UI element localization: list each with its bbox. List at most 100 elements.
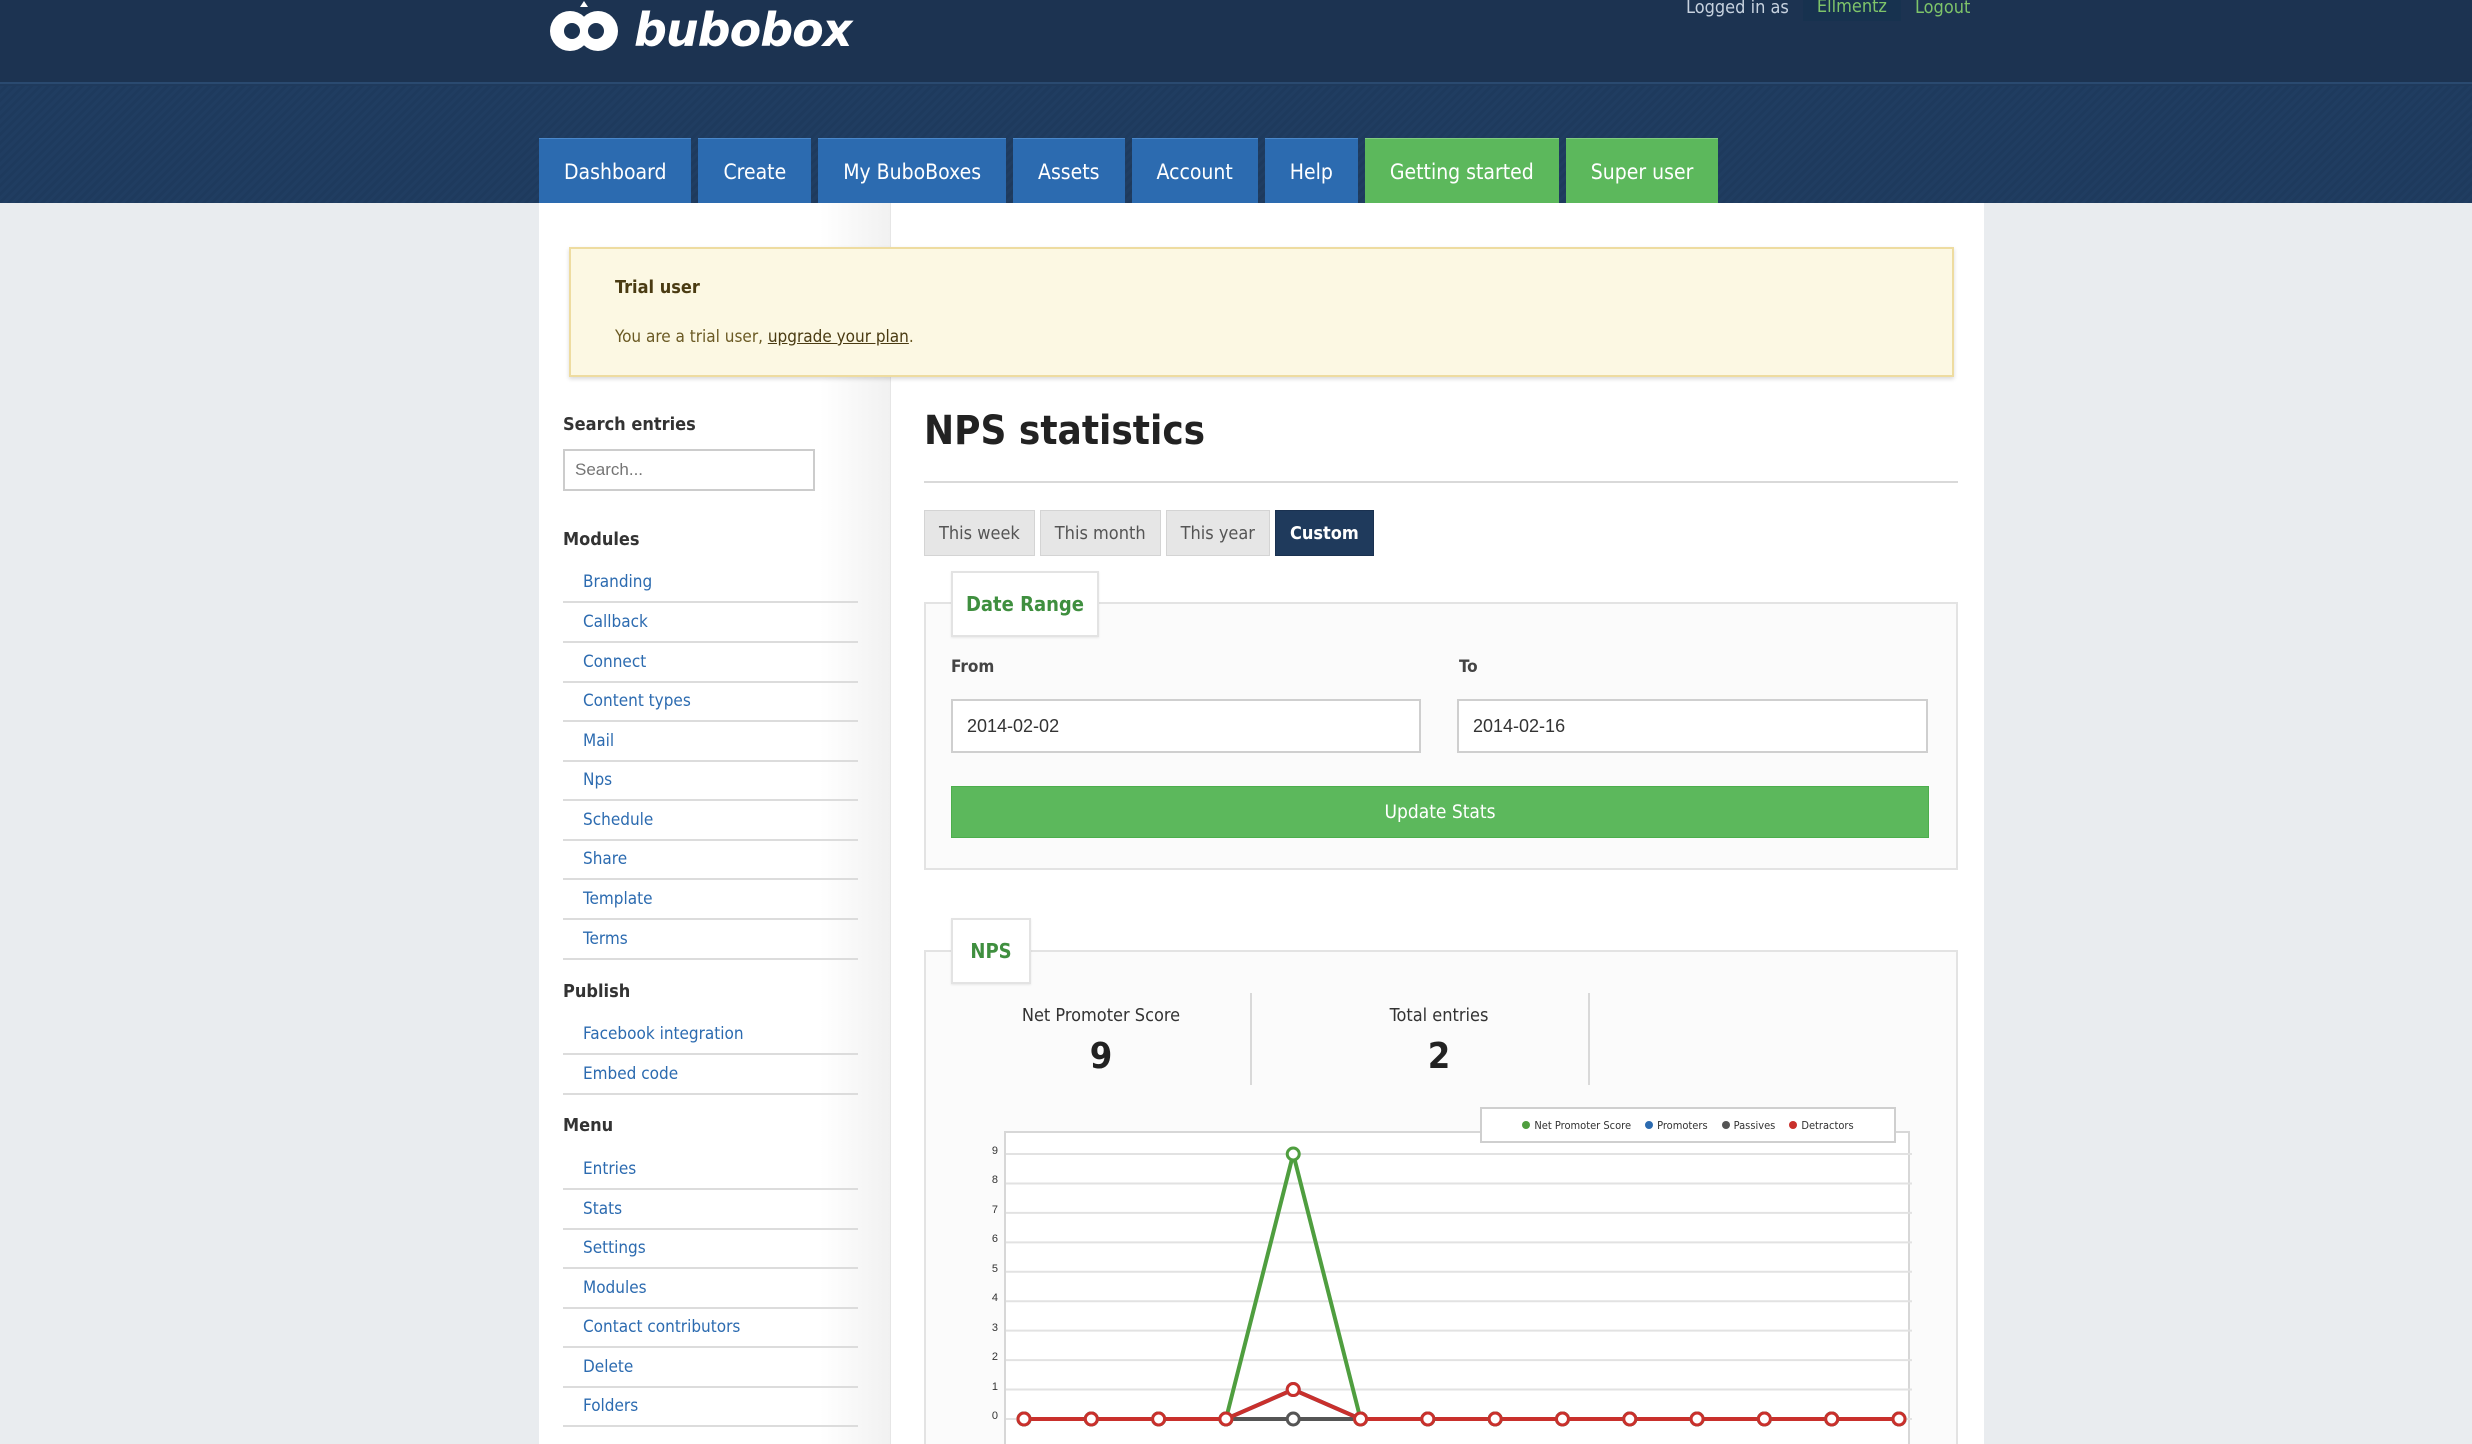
from-date-field[interactable]: 2014-02-02 [951, 699, 1421, 753]
sidebar-item-embed-code[interactable]: Embed code [563, 1055, 858, 1095]
main-nav: Dashboard Create My BuboBoxes Assets Acc… [539, 138, 1719, 204]
nav-getting-started[interactable]: Getting started [1364, 138, 1559, 204]
nav-account[interactable]: Account [1131, 138, 1258, 204]
sidebar-item-settings[interactable]: Settings [563, 1229, 858, 1269]
data-point-detractors[interactable] [1891, 1411, 1907, 1427]
alert-text-after: . [908, 327, 914, 347]
sidebar-item-stats[interactable]: Stats [563, 1190, 858, 1230]
sidebar-item-entries[interactable]: Entries [563, 1150, 858, 1190]
upgrade-plan-link[interactable]: upgrade your plan [768, 327, 909, 347]
sidebar-item-contact-contributors[interactable]: Contact contributors [563, 1308, 858, 1348]
y-tick-label: 1 [991, 1380, 998, 1393]
title-divider [924, 481, 1958, 483]
nps-score-value: 9 [1089, 1036, 1113, 1077]
data-point-detractors[interactable] [1218, 1411, 1234, 1427]
search-input[interactable] [563, 449, 815, 491]
y-tick-label: 2 [991, 1351, 998, 1364]
y-tick-label: 5 [991, 1262, 998, 1275]
sidebar-item-template[interactable]: Template [563, 880, 858, 920]
sidebar-item-facebook-integration[interactable]: Facebook integration [563, 1015, 858, 1055]
trial-alert: Trial user You are a trial user, upgrade… [569, 247, 1954, 377]
sidebar-item-schedule[interactable]: Schedule [563, 801, 858, 841]
sidebar-item-branding[interactable]: Branding [563, 563, 858, 603]
y-tick-label: 4 [991, 1292, 998, 1305]
tab-this-week[interactable]: This week [924, 510, 1035, 556]
alert-title: Trial user [615, 277, 700, 298]
sidebar-item-modules[interactable]: Modules [563, 1269, 858, 1309]
owl-icon [546, 1, 624, 59]
legend-detractors-swatch [1789, 1121, 1798, 1129]
stat-divider-2 [1588, 993, 1590, 1085]
login-username[interactable]: Ellmentz [1802, 0, 1901, 21]
sidebar-item-nps[interactable]: Nps [563, 761, 858, 801]
nav-super-user[interactable]: Super user [1565, 138, 1719, 204]
search-heading: Search entries [563, 414, 696, 435]
nav-help[interactable]: Help [1264, 138, 1358, 204]
legend-passives[interactable]: Passives [1721, 1119, 1775, 1132]
range-tabs: This week This month This year Custom [924, 510, 1374, 556]
nps-legend: NPS [951, 918, 1031, 984]
tab-this-month[interactable]: This month [1039, 510, 1161, 556]
data-point-detractors[interactable] [1353, 1411, 1369, 1427]
alert-text-before: You are a trial user, [615, 327, 768, 347]
tab-this-year[interactable]: This year [1165, 510, 1270, 556]
sidebar-item-folders[interactable]: Folders [563, 1387, 858, 1427]
to-date-field[interactable]: 2014-02-16 [1457, 699, 1928, 753]
data-point-detractors[interactable] [1083, 1411, 1099, 1427]
nps-chart [1004, 1131, 1912, 1444]
y-tick-label: 3 [991, 1321, 998, 1334]
legend-promoters-label: Promoters [1657, 1118, 1708, 1132]
nav-create[interactable]: Create [698, 138, 812, 204]
nps-score-label: Net Promoter Score [1021, 1005, 1181, 1026]
total-entries-label: Total entries [1389, 1005, 1489, 1026]
tab-custom[interactable]: Custom [1274, 510, 1374, 556]
sidebar-item-mail[interactable]: Mail [563, 722, 858, 762]
data-point-detractors[interactable] [1622, 1411, 1638, 1427]
data-point-detractors[interactable] [1554, 1411, 1570, 1427]
data-point-detractors[interactable] [1016, 1411, 1032, 1427]
alert-text: You are a trial user, upgrade your plan. [615, 327, 914, 347]
y-tick-label: 7 [991, 1203, 998, 1216]
chart-legend: Net Promoter Score Promoters Passives De… [1480, 1107, 1896, 1143]
data-point-net-promoter-score[interactable] [1285, 1146, 1301, 1162]
sidebar-item-delete[interactable]: Delete [563, 1348, 858, 1388]
y-tick-label: 9 [991, 1145, 998, 1157]
header-top-bar [0, 0, 2472, 84]
data-point-detractors[interactable] [1487, 1411, 1503, 1427]
sidebar-item-terms[interactable]: Terms [563, 920, 858, 960]
data-point-detractors[interactable] [1756, 1411, 1772, 1427]
series-line-net-promoter-score [1024, 1153, 1899, 1421]
legend-detractors-label: Detractors [1801, 1118, 1854, 1132]
nav-dashboard[interactable]: Dashboard [539, 138, 692, 204]
nav-my-buboboxes[interactable]: My BuboBoxes [818, 138, 1007, 204]
to-label: To [1459, 657, 1478, 677]
legend-promoters-swatch [1645, 1121, 1654, 1129]
modules-heading: Modules [563, 529, 640, 550]
date-range-legend: Date Range [951, 571, 1099, 637]
y-tick-label: 0 [991, 1410, 998, 1422]
nav-assets[interactable]: Assets [1013, 138, 1125, 204]
data-point-detractors[interactable] [1285, 1382, 1301, 1398]
nps-chart-svg [1006, 1146, 1912, 1427]
sidebar-item-callback[interactable]: Callback [563, 603, 858, 643]
data-point-detractors[interactable] [1420, 1411, 1436, 1427]
legend-nps-label: Net Promoter Score [1534, 1118, 1632, 1132]
sidebar-item-content-types[interactable]: Content types [563, 682, 858, 722]
data-point-passives[interactable] [1285, 1411, 1301, 1427]
sidebar-item-share[interactable]: Share [563, 840, 858, 880]
data-point-detractors[interactable] [1824, 1411, 1840, 1427]
legend-nps[interactable]: Net Promoter Score [1522, 1119, 1631, 1132]
y-tick-label: 6 [991, 1233, 998, 1246]
logout-link[interactable]: Logout [1915, 0, 1970, 18]
update-stats-button[interactable]: Update Stats [951, 786, 1929, 838]
from-label: From [951, 657, 995, 677]
sidebar-item-connect[interactable]: Connect [563, 643, 858, 683]
menu-heading: Menu [563, 1115, 614, 1136]
y-tick-label: 8 [991, 1174, 998, 1187]
data-point-detractors[interactable] [1151, 1411, 1167, 1427]
legend-nps-swatch [1522, 1121, 1531, 1129]
legend-detractors[interactable]: Detractors [1789, 1118, 1854, 1132]
brand-logo[interactable]: bubobox [546, 0, 852, 60]
data-point-detractors[interactable] [1689, 1411, 1705, 1427]
legend-promoters[interactable]: Promoters [1645, 1119, 1708, 1132]
